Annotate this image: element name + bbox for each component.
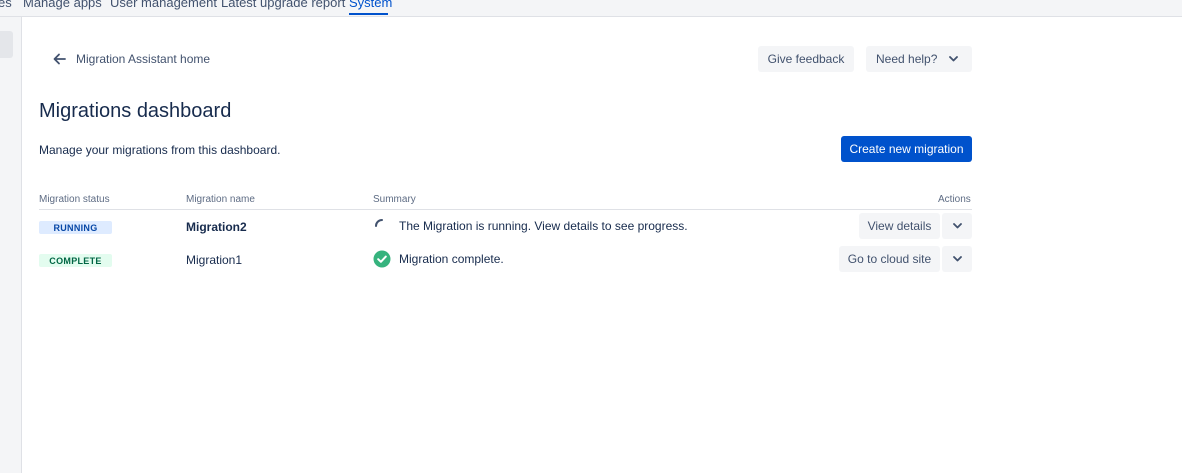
spinner-icon [375, 219, 383, 227]
chevron-down-icon [949, 56, 959, 62]
view-details-label: View details [867, 219, 932, 233]
status-badge-label: RUNNING [53, 222, 98, 233]
give-feedback-button[interactable]: Give feedback [758, 46, 854, 72]
chevron-down-icon [952, 223, 962, 229]
column-header-status: Migration status [39, 194, 110, 205]
create-new-migration-label: Create new migration [849, 142, 964, 156]
status-badge: RUNNING [39, 221, 112, 234]
give-feedback-label: Give feedback [767, 52, 845, 66]
tab-partial[interactable]: es [0, 0, 12, 12]
need-help-button[interactable]: Need help? [866, 46, 972, 72]
migration-name: Migration1 [186, 253, 243, 267]
go-to-cloud-site-label: Go to cloud site [847, 252, 932, 266]
create-new-migration-button[interactable]: Create new migration [841, 136, 972, 162]
tab-system[interactable]: System [349, 0, 392, 12]
arrow-left-icon [53, 53, 66, 65]
tab-user-management[interactable]: User management [110, 0, 217, 12]
summary-text: The Migration is running. View details t… [399, 219, 688, 233]
column-header-name: Migration name [186, 194, 255, 205]
table-header-divider [39, 209, 972, 210]
admin-top-nav: es Manage apps User management Latest up… [0, 0, 1182, 17]
migration-summary: Migration complete. [373, 250, 504, 268]
check-circle-icon [373, 250, 391, 268]
sidebar-collapse-handle[interactable] [0, 31, 13, 58]
migration-summary: The Migration is running. View details t… [373, 217, 688, 235]
chevron-down-icon [952, 256, 962, 262]
go-to-cloud-site-button[interactable]: Go to cloud site [839, 246, 940, 272]
tab-latest-upgrade-report[interactable]: Latest upgrade report [221, 0, 345, 12]
status-badge: COMPLETE [39, 254, 112, 267]
active-tab-indicator [349, 13, 388, 15]
row-actions-dropdown-button[interactable] [942, 246, 972, 272]
status-badge-label: COMPLETE [49, 255, 102, 266]
sidebar [0, 17, 22, 473]
column-header-actions: Actions [938, 194, 971, 205]
back-to-migration-assistant-home-link[interactable]: Migration Assistant home [53, 50, 210, 68]
need-help-label: Need help? [876, 52, 938, 66]
page-description: Manage your migrations from this dashboa… [39, 143, 281, 157]
column-header-summary: Summary [373, 194, 416, 205]
back-link-label: Migration Assistant home [76, 52, 211, 66]
tab-manage-apps[interactable]: Manage apps [23, 0, 102, 12]
summary-text: Migration complete. [399, 252, 504, 266]
row-actions-dropdown-button[interactable] [942, 213, 972, 239]
migration-name: Migration2 [186, 220, 247, 234]
view-details-button[interactable]: View details [859, 213, 940, 239]
page-title: Migrations dashboard [39, 100, 232, 122]
